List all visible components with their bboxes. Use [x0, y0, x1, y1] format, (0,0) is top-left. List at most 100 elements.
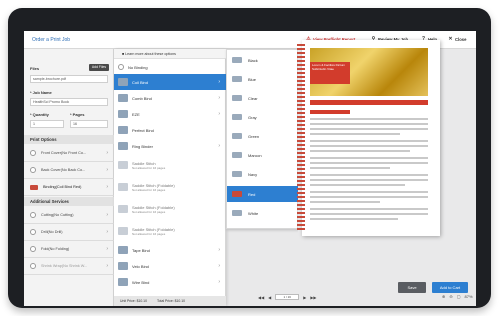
binding-option-wire[interactable]: Wire Bind ›: [114, 274, 226, 290]
coil-bind-icon: [30, 184, 38, 190]
pager: ◀◀ ◀ 1 / 16 ▶ ▶▶: [258, 294, 316, 300]
chevron-right-icon: ›: [106, 212, 108, 218]
chevron-right-icon: ›: [218, 95, 220, 101]
radio-icon: [30, 150, 36, 156]
binding-option-saddle-foldable-3[interactable]: Saddle Stitch (Foldable) Not allowed for …: [114, 220, 226, 242]
color-option-red[interactable]: Red: [227, 186, 299, 202]
binding-option-none[interactable]: No Binding: [114, 60, 226, 74]
coil-swatch-icon: [232, 171, 242, 177]
unit-price: Unit Price: $10.10: [120, 299, 147, 303]
next-page-icon[interactable]: ▶: [303, 295, 306, 300]
chevron-right-icon: ›: [218, 247, 220, 253]
binding-option-saddle-foldable-1[interactable]: Saddle Stitch (Foldable) Not allowed for …: [114, 176, 226, 198]
binding-option-comb[interactable]: Comb Bind ›: [114, 90, 226, 106]
option-cutting[interactable]: Cutting(No Cutting) ›: [24, 207, 114, 224]
binding-learn-more-link[interactable]: ■ Learn more about these options: [114, 49, 226, 59]
color-option-green[interactable]: Green: [227, 128, 299, 144]
saddle-stitch-icon: [118, 205, 128, 213]
print-options-heading: Print Options: [24, 135, 114, 144]
radio-icon: [30, 229, 36, 235]
document-preview: Lorem & Facilisis Dictum Sollicitudin Vi…: [302, 40, 440, 236]
binding-option-coil[interactable]: Coil Bind ›: [114, 74, 226, 90]
zoom-level: 87%: [464, 294, 473, 299]
chevron-right-icon: ›: [218, 79, 220, 85]
option-drill[interactable]: Drill(No Drill) ›: [24, 224, 114, 241]
binding-option-velo[interactable]: Velo Bind ›: [114, 258, 226, 274]
binding-option-eze[interactable]: EZE ›: [114, 106, 226, 122]
chevron-right-icon: ›: [218, 263, 220, 269]
text-line: [310, 196, 428, 198]
text-line: [310, 218, 398, 220]
fit-page-icon[interactable]: ▢: [457, 294, 461, 299]
chevron-right-icon: ›: [106, 263, 108, 269]
text-line: [310, 150, 410, 152]
color-option-maroon[interactable]: Maroon: [227, 147, 299, 163]
coil-swatch-icon: [232, 76, 242, 82]
prev-page-icon[interactable]: ◀: [268, 295, 271, 300]
cover-red-strip: [310, 100, 428, 105]
color-option-blue[interactable]: Blue: [227, 71, 299, 87]
text-line: [310, 145, 428, 147]
eze-bind-icon: [118, 110, 128, 118]
wire-bind-icon: [118, 278, 128, 286]
option-shrink-wrap[interactable]: Shrink Wrap(No Shrink W... ›: [24, 258, 114, 275]
text-line: [310, 123, 428, 125]
text-line: [310, 128, 428, 130]
last-page-icon[interactable]: ▶▶: [310, 295, 316, 300]
radio-icon: [118, 64, 124, 70]
save-button[interactable]: Save: [398, 282, 426, 293]
radio-icon: [30, 212, 36, 218]
close-icon: ✕: [448, 36, 453, 42]
zoom-in-icon[interactable]: ⊕: [442, 294, 445, 299]
coil-swatch-icon: [232, 152, 242, 158]
binding-option-saddle-foldable-2[interactable]: Saddle Stitch (Foldable) Not allowed for …: [114, 198, 226, 220]
job-name-label: * Job Name: [30, 90, 52, 95]
option-fold[interactable]: Fold(No Folding) ›: [24, 241, 114, 258]
saddle-stitch-icon: [118, 183, 128, 191]
first-page-icon[interactable]: ◀◀: [258, 295, 264, 300]
cover-red-heading: [310, 110, 350, 114]
color-option-navy[interactable]: Navy: [227, 166, 299, 182]
text-line: [310, 167, 390, 169]
binding-option-tape[interactable]: Tape Bind ›: [114, 242, 226, 258]
page-indicator[interactable]: 1 / 16: [275, 294, 300, 300]
cover-banner-image: Lorem & Facilisis Dictum Sollicitudin Vi…: [310, 48, 428, 96]
text-line: [310, 133, 400, 135]
price-summary: Unit Price: $10.10 Total Price: $10.10: [114, 296, 226, 306]
binding-option-ring[interactable]: Ring Binder ›: [114, 138, 226, 154]
chevron-right-icon: ›: [218, 143, 220, 149]
close-button[interactable]: ✕ Close: [448, 36, 466, 43]
option-back-cover[interactable]: Back Cover(No Back Co... ›: [24, 162, 114, 179]
job-name-field[interactable]: HealthSci Promo Book: [30, 98, 108, 106]
option-front-cover[interactable]: Front Cover(No Front Co... ›: [24, 145, 114, 162]
app-title: Order a Print Job: [32, 37, 71, 43]
radio-icon: [30, 246, 36, 252]
text-line: [310, 201, 380, 203]
velo-bind-icon: [118, 262, 128, 270]
color-option-clear[interactable]: Clear: [227, 90, 299, 106]
coil-color-menu: Black Blue Clear Gray Green Maroon Navy …: [226, 49, 299, 229]
add-to-cart-button[interactable]: Add to Cart: [432, 282, 468, 293]
file-select[interactable]: sample-brochure.pdf: [30, 75, 108, 83]
pages-field[interactable]: 16: [70, 120, 108, 128]
option-binding[interactable]: Binding(Coil Bind Red) ›: [24, 179, 114, 196]
coil-swatch-icon: [232, 57, 242, 63]
perfect-bind-icon: [118, 126, 128, 134]
text-line: [310, 213, 428, 215]
color-option-black[interactable]: Black: [227, 52, 299, 68]
binding-option-saddle-stitch[interactable]: Saddle Stitch Not allowed for 16 pages: [114, 154, 226, 176]
add-files-button[interactable]: Add Files: [89, 64, 109, 71]
zoom-controls: ⊕ ⊖ ▢ 87%: [442, 294, 473, 299]
zoom-out-icon[interactable]: ⊖: [449, 294, 452, 299]
color-option-gray[interactable]: Gray: [227, 109, 299, 125]
color-option-white[interactable]: White: [227, 205, 299, 221]
cover-title: Lorem & Facilisis Dictum Sollicitudin Vi…: [310, 62, 350, 84]
binding-option-perfect[interactable]: Perfect Bind: [114, 122, 226, 138]
ring-binder-icon: [118, 142, 128, 150]
chevron-right-icon: ›: [106, 167, 108, 173]
quantity-field[interactable]: 1: [30, 120, 64, 128]
text-line: [310, 118, 428, 120]
coil-binding-preview: [297, 44, 305, 232]
text-line: [310, 174, 428, 176]
coil-swatch-icon: [232, 133, 242, 139]
